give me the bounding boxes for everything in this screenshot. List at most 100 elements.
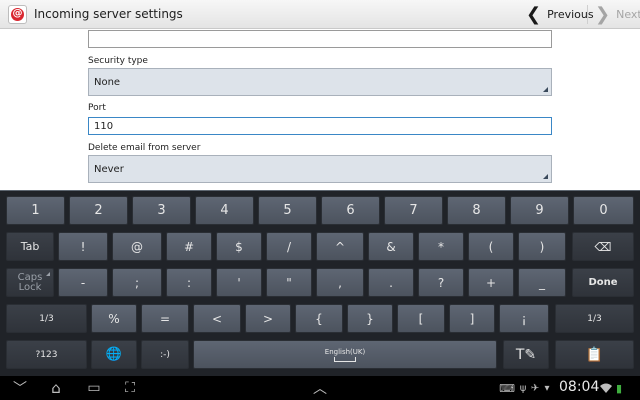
key-equals[interactable]: =: [141, 304, 189, 333]
caps-lock-key[interactable]: Caps Lock: [6, 268, 54, 297]
globe-icon: 🌐: [105, 347, 123, 362]
symbols-key[interactable]: ?123: [6, 340, 87, 369]
top-text-field[interactable]: [88, 30, 552, 48]
key-8[interactable]: 8: [447, 196, 506, 225]
backspace-key[interactable]: ⌫: [572, 232, 634, 261]
page-left-label: 1/3: [39, 313, 54, 324]
symbols-key-label: ?123: [35, 349, 58, 360]
key-percent[interactable]: %: [91, 304, 137, 333]
clipboard-icon: 📋: [585, 346, 604, 363]
security-type-select[interactable]: None: [88, 68, 552, 96]
key-open-bracket[interactable]: [: [397, 304, 445, 333]
port-input[interactable]: 110: [88, 117, 552, 135]
chevron-left-icon: ❮: [526, 3, 542, 25]
app-bar: @ Incoming server settings ❮ Previous ❯ …: [0, 0, 640, 29]
key-less-than[interactable]: <: [193, 304, 241, 333]
port-label: Port: [88, 103, 106, 113]
key-quote[interactable]: ": [266, 268, 312, 297]
key-inverted-exclamation[interactable]: ¡: [499, 304, 549, 333]
key-4[interactable]: 4: [195, 196, 254, 225]
caps-label-line1: Caps: [17, 271, 43, 283]
delete-email-value: Never: [94, 164, 124, 175]
back-icon[interactable]: ﹀: [10, 380, 30, 397]
handwriting-icon: T✎: [515, 346, 537, 363]
key-dollar[interactable]: $: [216, 232, 262, 261]
key-7[interactable]: 7: [384, 196, 443, 225]
key-open-paren[interactable]: (: [468, 232, 514, 261]
security-type-value: None: [94, 77, 121, 88]
at-sign-icon: @: [11, 7, 24, 21]
key-slash[interactable]: /: [266, 232, 312, 261]
key-hash[interactable]: #: [166, 232, 212, 261]
key-hyphen[interactable]: -: [58, 268, 108, 297]
chevron-right-icon: ❯: [595, 3, 611, 25]
key-5[interactable]: 5: [258, 196, 317, 225]
page-right-key[interactable]: 1/3: [555, 304, 634, 333]
on-screen-keyboard: 1 2 3 4 5 6 7 8 9 0 Tab ! @ # $ / ^ & * …: [0, 190, 640, 376]
key-asterisk[interactable]: *: [418, 232, 464, 261]
emoticon-key[interactable]: :-): [141, 340, 189, 369]
key-colon[interactable]: :: [166, 268, 212, 297]
key-comma[interactable]: ,: [316, 268, 364, 297]
nav-divider: [587, 5, 588, 24]
previous-button[interactable]: ❮ Previous: [526, 0, 594, 29]
signal-icon: ▾: [544, 382, 550, 394]
key-6[interactable]: 6: [321, 196, 380, 225]
key-apostrophe[interactable]: ': [216, 268, 262, 297]
key-exclamation[interactable]: !: [58, 232, 108, 261]
screenshot-icon[interactable]: ⛶: [120, 380, 140, 396]
email-app-icon[interactable]: @: [8, 4, 27, 24]
tab-key[interactable]: Tab: [6, 232, 54, 261]
key-caret[interactable]: ^: [316, 232, 364, 261]
key-9[interactable]: 9: [510, 196, 569, 225]
delete-email-label: Delete email from server: [88, 143, 201, 153]
dropdown-corner-icon: [543, 174, 548, 179]
clipboard-key[interactable]: 📋: [555, 340, 634, 369]
wifi-icon: [600, 380, 612, 396]
key-greater-than[interactable]: >: [245, 304, 291, 333]
page-left-key[interactable]: 1/3: [6, 304, 87, 333]
key-3[interactable]: 3: [132, 196, 191, 225]
key-close-brace[interactable]: }: [347, 304, 393, 333]
space-icon: [333, 356, 356, 362]
caps-label-line2: Lock: [18, 281, 42, 293]
keyboard-icon: ⌨: [499, 381, 515, 395]
system-bar: ﹀ ⌂ ▭ ⛶ ︿ ⌨ ψ ✈ ▾ 08:04 ▮: [0, 376, 640, 400]
backspace-icon: ⌫: [594, 239, 612, 254]
caps-indicator-icon: [46, 272, 50, 276]
key-1[interactable]: 1: [6, 196, 65, 225]
recent-apps-icon[interactable]: ▭: [84, 380, 104, 396]
space-bar-graphic: English(UK): [325, 348, 365, 362]
usb-icon: ψ: [519, 382, 527, 394]
handwriting-key[interactable]: T✎: [503, 340, 549, 369]
emoticon-label: :-): [160, 349, 170, 360]
delete-email-select[interactable]: Never: [88, 155, 552, 183]
next-label: Next: [616, 8, 640, 21]
key-2[interactable]: 2: [69, 196, 128, 225]
key-semicolon[interactable]: ;: [112, 268, 162, 297]
chevron-up-icon[interactable]: ︿: [310, 380, 330, 397]
space-language-label: English(UK): [324, 347, 366, 356]
key-question[interactable]: ?: [418, 268, 464, 297]
next-button[interactable]: ❯ Next: [595, 0, 640, 29]
page-title: Incoming server settings: [34, 7, 183, 21]
dropdown-corner-icon: [543, 87, 548, 92]
clock: 08:04: [559, 379, 600, 395]
key-underscore[interactable]: _: [518, 268, 566, 297]
home-icon[interactable]: ⌂: [46, 379, 66, 397]
done-key[interactable]: Done: [572, 268, 634, 297]
key-close-bracket[interactable]: ]: [449, 304, 495, 333]
key-period[interactable]: .: [368, 268, 414, 297]
key-plus[interactable]: +: [468, 268, 514, 297]
space-bar[interactable]: English(UK): [193, 340, 497, 369]
security-type-label: Security type: [88, 56, 148, 66]
key-ampersand[interactable]: &: [368, 232, 414, 261]
airplane-icon: ✈: [530, 382, 540, 394]
page-right-label: 1/3: [587, 313, 602, 324]
tab-key-label: Tab: [20, 240, 40, 253]
language-key[interactable]: 🌐: [91, 340, 137, 369]
key-close-paren[interactable]: ): [518, 232, 566, 261]
key-open-brace[interactable]: {: [295, 304, 343, 333]
key-at[interactable]: @: [112, 232, 162, 261]
key-0[interactable]: 0: [573, 196, 634, 225]
